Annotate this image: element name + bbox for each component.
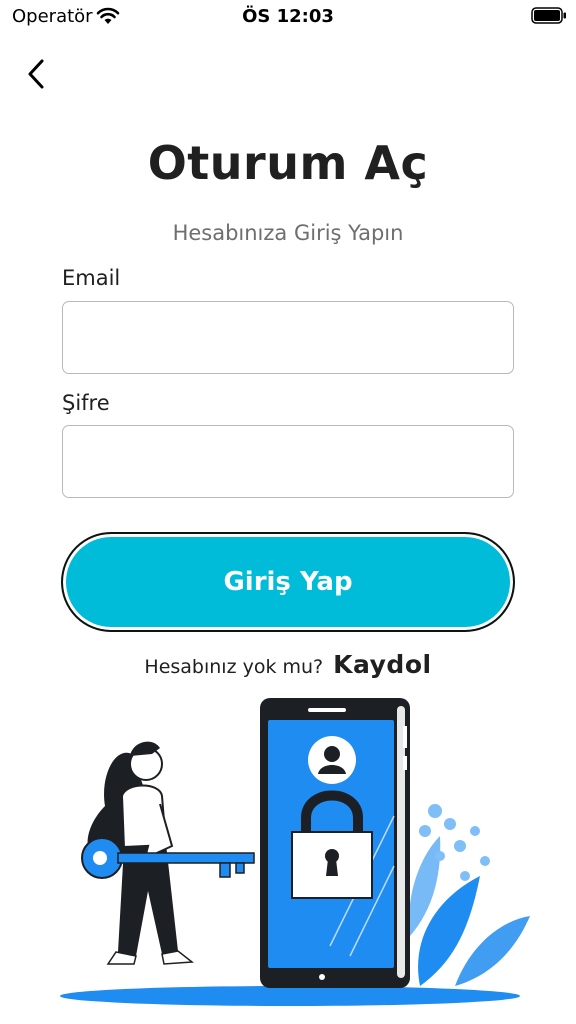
email-label: Email: [62, 266, 121, 290]
status-bar: Operatör ÖS 12:03: [0, 0, 576, 34]
battery-icon: [531, 7, 566, 24]
signup-prompt: Hesabınız yok mu?: [144, 656, 324, 678]
status-time: ÖS 12:03: [242, 6, 334, 27]
page-title: Oturum Aç: [147, 136, 429, 190]
login-button-label: Giriş Yap: [223, 567, 353, 597]
back-button[interactable]: [22, 56, 50, 92]
chevron-left-icon: [28, 59, 44, 89]
plant-illustration: [409, 836, 530, 986]
password-label: Şifre: [62, 391, 110, 415]
page-subtitle: Hesabınıza Giriş Yapın: [172, 221, 404, 245]
login-button[interactable]: Giriş Yap: [61, 532, 515, 632]
login-illustration: [60, 698, 530, 1006]
email-field[interactable]: [62, 301, 514, 374]
ground-shadow: [60, 986, 520, 1006]
password-field[interactable]: [62, 425, 514, 498]
signup-row: Hesabınız yok mu? Kaydol: [0, 650, 576, 679]
signup-link[interactable]: Kaydol: [333, 650, 431, 679]
user-icon: [308, 736, 356, 784]
